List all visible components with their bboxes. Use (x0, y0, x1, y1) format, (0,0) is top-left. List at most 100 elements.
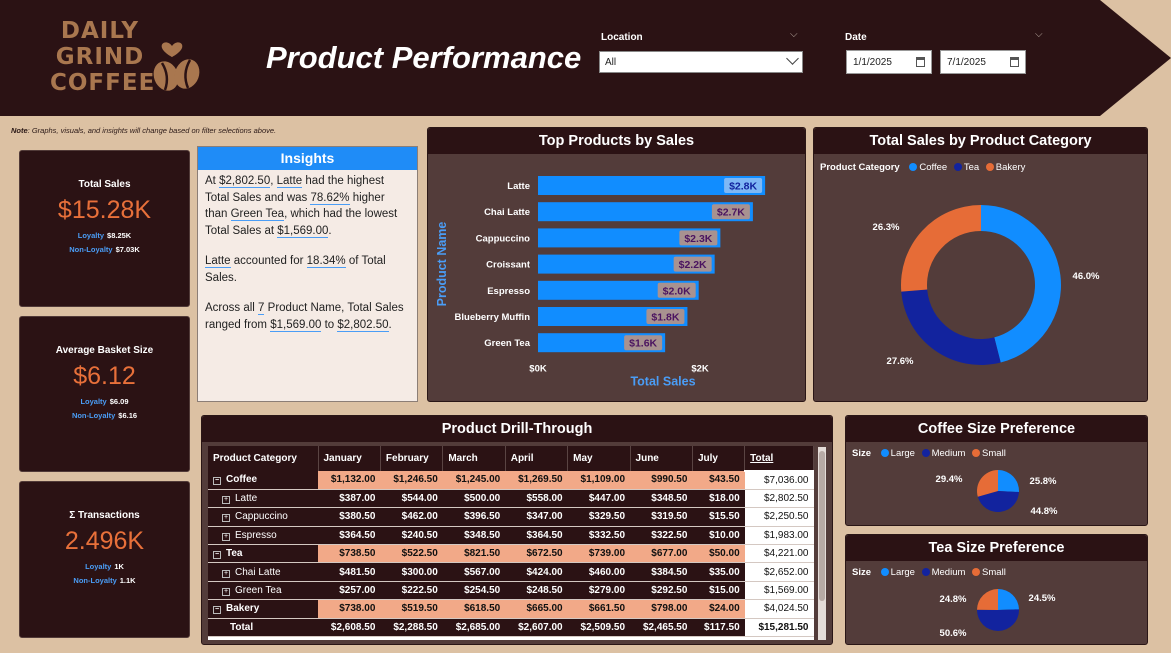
insight-value: Latte (205, 255, 231, 268)
insight-text: accounted for (230, 255, 307, 267)
top-products-chart: Top Products by Sales Latte $2.8K Chai Lat… (427, 127, 806, 402)
table-cell: $50.00 (692, 544, 745, 564)
column-header[interactable]: January (318, 446, 381, 471)
table-title: Product Drill-Through (202, 416, 832, 442)
chart-title: Top Products by Sales (428, 128, 805, 154)
expand-icon[interactable]: + (222, 532, 230, 541)
location-dropdown[interactable]: All (599, 51, 803, 73)
table-cell: $1,132.00 (318, 471, 381, 490)
table-row: + Latte $387.00 $544.00 $500.00 $558.00 $447.0… (208, 489, 814, 509)
table-cell: $677.00 (630, 544, 693, 564)
table-cell: $2,509.50 (567, 618, 631, 638)
collapse-icon[interactable]: − (213, 606, 221, 615)
row-label-text: Chai Latte (235, 566, 281, 578)
column-header[interactable]: Total (744, 446, 814, 472)
legend-item[interactable]: Medium (932, 567, 966, 578)
bar-data-label: $2.2K (679, 259, 707, 271)
table-cell: $1,269.50 (505, 471, 568, 490)
filter-note: Note: Graphs, visuals, and insights will… (11, 126, 276, 135)
legend-item[interactable]: Small (982, 567, 1006, 578)
row-label-text: Coffee (226, 474, 258, 486)
table-cell: $254.50 (442, 581, 506, 601)
pie-slice[interactable] (998, 589, 1019, 610)
row-label: + Chai Latte (208, 562, 318, 582)
collapse-icon[interactable]: − (213, 477, 221, 486)
date-start-input[interactable]: 1/1/2025 (846, 50, 932, 74)
table-cell: $15.00 (692, 581, 745, 601)
calendar-icon[interactable] (1010, 57, 1019, 67)
legend-item[interactable]: Large (891, 448, 915, 459)
column-header[interactable]: April (505, 446, 569, 471)
legend-swatch (953, 163, 962, 171)
pie-slice[interactable] (901, 289, 1001, 365)
table-cell: $43.50 (692, 471, 745, 490)
table-cell: $380.50 (318, 507, 381, 527)
legend-item[interactable]: Bakery (996, 162, 1026, 173)
expand-icon[interactable]: + (222, 588, 230, 597)
table-cell: $519.50 (380, 599, 443, 619)
date-collapse-chevron-icon[interactable]: ⌵ (1035, 29, 1043, 40)
table-cell: $990.50 (630, 471, 693, 490)
kpi-nonloyalty-label: Non-Loyalty (73, 576, 117, 585)
pie-slice[interactable] (901, 205, 981, 292)
table-cell: $739.00 (567, 544, 631, 564)
table-scrollbar[interactable] (818, 447, 826, 640)
pie-slice[interactable] (977, 589, 998, 610)
calendar-icon[interactable] (916, 57, 925, 67)
scrollbar-thumb[interactable] (819, 451, 825, 601)
column-header[interactable]: May (567, 446, 631, 471)
drill-through-table-container: Product Category January February March Apri… (208, 446, 814, 640)
insight-text: At (205, 175, 220, 187)
kpi-nonloyalty-label: Non-Loyalty (71, 411, 116, 420)
chart-legend: Product Category Coffee Tea Bakery (820, 162, 1025, 173)
expand-icon[interactable]: + (222, 514, 230, 523)
collapse-icon[interactable]: − (213, 551, 221, 560)
row-label-text: Espresso (235, 529, 277, 541)
column-header[interactable]: Product Category (208, 446, 319, 471)
date-end-input[interactable]: 7/1/2025 (940, 50, 1026, 74)
location-collapse-chevron-icon[interactable]: ⌵ (790, 29, 798, 40)
bar-data-label: $2.8K (729, 181, 757, 193)
chevron-down-icon (786, 52, 799, 65)
table-cell: $240.50 (380, 526, 443, 546)
table-cell: $2,685.00 (442, 618, 506, 638)
pie-slice[interactable] (998, 470, 1019, 493)
legend-item[interactable]: Medium (932, 448, 966, 459)
row-total-cell: $1,983.00 (744, 526, 814, 546)
kpi-loyalty-label: Loyalty (77, 231, 105, 240)
table-cell: $364.50 (505, 526, 568, 546)
table-cell: $24.00 (692, 599, 745, 619)
expand-icon[interactable]: + (222, 569, 230, 578)
column-header[interactable]: July (692, 446, 746, 471)
category-sales-chart: Total Sales by Product Category Product … (813, 127, 1148, 402)
legend-title: Product Category (820, 162, 900, 173)
location-slicer-label: Location (601, 32, 643, 43)
brand-line-1: DAILY (60, 18, 140, 44)
legend-item[interactable]: Tea (964, 162, 979, 173)
pie-slice[interactable] (977, 609, 1019, 631)
table-cell: $665.00 (505, 599, 568, 619)
insight-text: , (270, 175, 277, 187)
pie-chart-svg: 25.8% 44.8% 29.4% (936, 470, 1058, 517)
row-total-cell: $2,250.50 (744, 507, 814, 527)
legend-item[interactable]: Coffee (919, 162, 947, 173)
column-header[interactable]: June (630, 446, 693, 471)
pie-chart-svg: 24.5% 50.6% 24.8% (940, 589, 1056, 639)
expand-icon[interactable]: + (222, 496, 230, 505)
bar-category-label: Croissant (486, 260, 531, 271)
x-tick-label: $2K (691, 363, 709, 374)
row-total-cell: $2,802.50 (744, 489, 814, 509)
legend-item[interactable]: Small (982, 448, 1006, 459)
date-slicer-label: Date (845, 32, 867, 43)
row-total-cell: $1,569.00 (744, 581, 814, 601)
kpi-loyalty-label: Loyalty (85, 562, 112, 571)
legend-item[interactable]: Large (891, 567, 915, 578)
legend-swatch (880, 568, 889, 576)
legend-swatch (985, 163, 994, 171)
note-text: : Graphs, visuals, and insights will cha… (27, 126, 277, 135)
column-header[interactable]: February (380, 446, 444, 471)
kpi-loyalty-value: 1K (114, 562, 124, 571)
table-cell: $544.00 (380, 489, 443, 509)
column-header[interactable]: March (442, 446, 506, 471)
table-cell: $117.50 (692, 618, 745, 638)
